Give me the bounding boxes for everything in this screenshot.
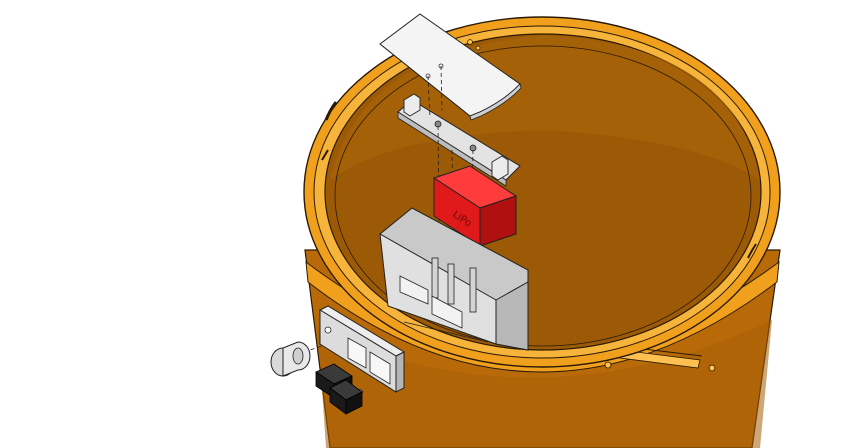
ring-hole (708, 364, 716, 372)
panel-hole (324, 326, 332, 334)
rim-hole (475, 45, 481, 51)
housing-post (431, 257, 439, 299)
assembly-diagram: LiPo (270, 13, 781, 448)
housing-post (447, 263, 455, 305)
bucket (303, 16, 781, 448)
ring-hole (604, 361, 612, 369)
knob (270, 341, 311, 377)
housing-post (469, 267, 477, 313)
rim-hole (467, 39, 473, 45)
